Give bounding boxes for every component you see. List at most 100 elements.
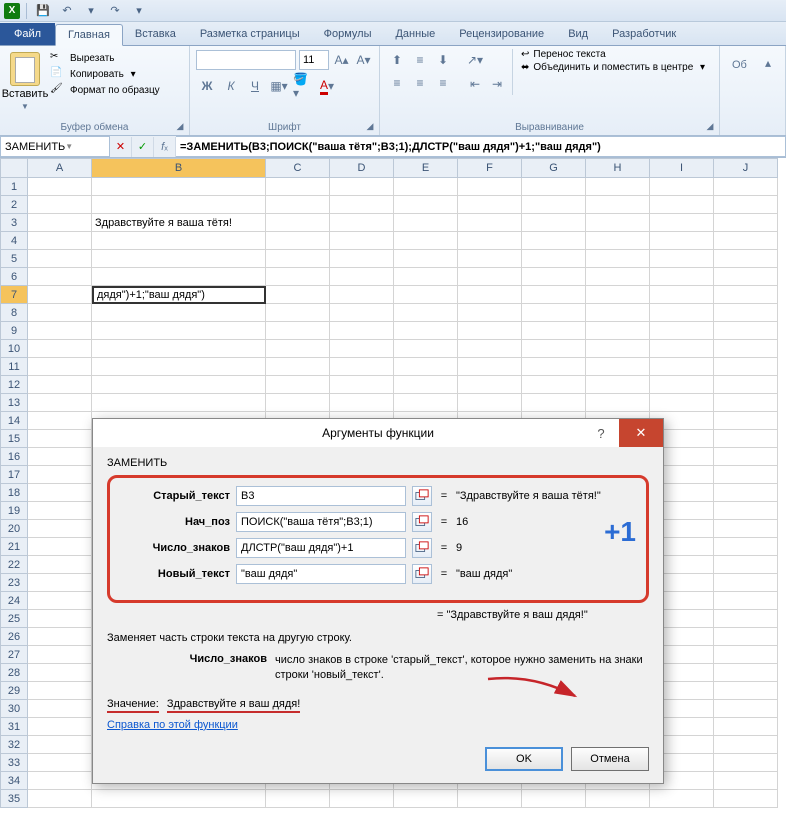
cell-I10[interactable] [650, 340, 714, 358]
cell-J8[interactable] [714, 304, 778, 322]
cell-F13[interactable] [458, 394, 522, 412]
align-right-button[interactable]: ≡ [432, 72, 454, 94]
cell-C1[interactable] [266, 178, 330, 196]
cell-A10[interactable] [28, 340, 92, 358]
cell-A21[interactable] [28, 538, 92, 556]
cell-I1[interactable] [650, 178, 714, 196]
cell-C11[interactable] [266, 358, 330, 376]
cell-E6[interactable] [394, 268, 458, 286]
cell-H12[interactable] [586, 376, 650, 394]
cell-A8[interactable] [28, 304, 92, 322]
col-header-G[interactable]: G [522, 158, 586, 178]
cell-B1[interactable] [92, 178, 266, 196]
arg-input-1[interactable] [236, 512, 406, 532]
cell-E5[interactable] [394, 250, 458, 268]
cell-D6[interactable] [330, 268, 394, 286]
cell-F10[interactable] [458, 340, 522, 358]
cell-I5[interactable] [650, 250, 714, 268]
cell-J22[interactable] [714, 556, 778, 574]
col-header-F[interactable]: F [458, 158, 522, 178]
col-header-H[interactable]: H [586, 158, 650, 178]
row-header-16[interactable]: 16 [0, 448, 28, 466]
cell-A16[interactable] [28, 448, 92, 466]
cell-E4[interactable] [394, 232, 458, 250]
cell-G6[interactable] [522, 268, 586, 286]
row-header-12[interactable]: 12 [0, 376, 28, 394]
cell-A15[interactable] [28, 430, 92, 448]
dialog-launcher-icon[interactable]: ◢ [174, 120, 186, 132]
cell-A26[interactable] [28, 628, 92, 646]
range-select-button[interactable] [412, 538, 432, 558]
row-header-34[interactable]: 34 [0, 772, 28, 790]
cut-button[interactable]: ✂Вырезать [50, 51, 160, 65]
italic-button[interactable]: К [220, 75, 242, 97]
font-color-button[interactable]: A▾ [316, 75, 338, 97]
cell-A19[interactable] [28, 502, 92, 520]
cell-G4[interactable] [522, 232, 586, 250]
merge-center-button[interactable]: ⬌Объединить и поместить в центре ▾ [521, 62, 705, 73]
cell-A28[interactable] [28, 664, 92, 682]
cell-F1[interactable] [458, 178, 522, 196]
cell-B4[interactable] [92, 232, 266, 250]
border-button[interactable]: ▦▾ [268, 75, 290, 97]
row-header-26[interactable]: 26 [0, 628, 28, 646]
cell-J2[interactable] [714, 196, 778, 214]
cell-J19[interactable] [714, 502, 778, 520]
cell-J17[interactable] [714, 466, 778, 484]
cell-A3[interactable] [28, 214, 92, 232]
cell-J5[interactable] [714, 250, 778, 268]
ok-button[interactable]: OK [485, 747, 563, 771]
cell-I12[interactable] [650, 376, 714, 394]
col-header-D[interactable]: D [330, 158, 394, 178]
cell-H6[interactable] [586, 268, 650, 286]
tab-formulas[interactable]: Формулы [312, 23, 384, 45]
cell-A32[interactable] [28, 736, 92, 754]
cell-H10[interactable] [586, 340, 650, 358]
col-header-C[interactable]: C [266, 158, 330, 178]
cell-D9[interactable] [330, 322, 394, 340]
align-center-button[interactable]: ≡ [409, 72, 431, 94]
cell-B35[interactable] [92, 790, 266, 808]
cell-J32[interactable] [714, 736, 778, 754]
cell-J18[interactable] [714, 484, 778, 502]
cell-J33[interactable] [714, 754, 778, 772]
cell-A7[interactable] [28, 286, 92, 304]
cell-A29[interactable] [28, 682, 92, 700]
cell-H4[interactable] [586, 232, 650, 250]
cell-G1[interactable] [522, 178, 586, 196]
cell-I6[interactable] [650, 268, 714, 286]
font-size-select[interactable] [299, 50, 329, 70]
cell-B11[interactable] [92, 358, 266, 376]
wrap-text-button[interactable]: ↩Перенос текста [521, 49, 705, 60]
tab-page-layout[interactable]: Разметка страницы [188, 23, 312, 45]
range-select-button[interactable] [412, 564, 432, 584]
cell-A14[interactable] [28, 412, 92, 430]
row-header-4[interactable]: 4 [0, 232, 28, 250]
row-header-17[interactable]: 17 [0, 466, 28, 484]
cell-A17[interactable] [28, 466, 92, 484]
range-select-button[interactable] [412, 512, 432, 532]
redo-button[interactable]: ↷ [105, 2, 125, 20]
undo-button[interactable]: ↶ [57, 2, 77, 20]
row-header-27[interactable]: 27 [0, 646, 28, 664]
row-header-22[interactable]: 22 [0, 556, 28, 574]
tab-review[interactable]: Рецензирование [447, 23, 556, 45]
cell-A22[interactable] [28, 556, 92, 574]
cell-D12[interactable] [330, 376, 394, 394]
row-header-10[interactable]: 10 [0, 340, 28, 358]
cell-A1[interactable] [28, 178, 92, 196]
row-header-35[interactable]: 35 [0, 790, 28, 808]
cell-I35[interactable] [650, 790, 714, 808]
col-header-I[interactable]: I [650, 158, 714, 178]
cell-F35[interactable] [458, 790, 522, 808]
cell-H35[interactable] [586, 790, 650, 808]
col-header-A[interactable]: A [28, 158, 92, 178]
cell-J7[interactable] [714, 286, 778, 304]
cell-F8[interactable] [458, 304, 522, 322]
cell-A34[interactable] [28, 772, 92, 790]
arg-input-0[interactable] [236, 486, 406, 506]
name-box[interactable]: ЗАМЕНИТЬ▼ [0, 136, 110, 157]
cell-C6[interactable] [266, 268, 330, 286]
cell-A20[interactable] [28, 520, 92, 538]
cell-H13[interactable] [586, 394, 650, 412]
